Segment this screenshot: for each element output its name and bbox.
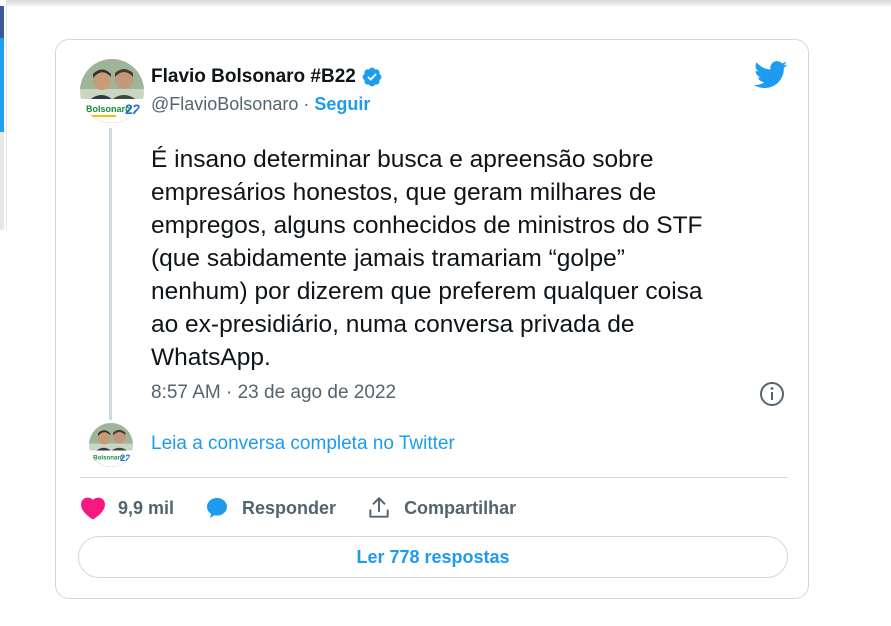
action-bar: 9,9 mil Responder Compartilhar	[80, 492, 546, 524]
reply-label: Responder	[242, 497, 337, 518]
edge-segment-1	[0, 6, 4, 38]
actions-divider	[80, 477, 788, 478]
share-label: Compartilhar	[404, 497, 517, 518]
left-page-edge	[0, 0, 7, 230]
info-icon[interactable]	[759, 381, 785, 407]
author-name-row[interactable]: Flavio Bolsonaro #B22	[151, 64, 383, 90]
thread-connector-line	[109, 128, 112, 420]
like-count: 9,9 mil	[118, 497, 175, 518]
follow-button[interactable]: Seguir	[314, 94, 370, 115]
share-icon	[369, 497, 389, 518]
tweet-text: É insano determinar busca e apreensão so…	[151, 146, 703, 371]
svg-text:22: 22	[125, 101, 141, 117]
tweet-timestamp[interactable]: 8:57 AM · 23 de ago de 2022	[151, 382, 396, 404]
read-replies-label: Ler 778 respostas	[356, 546, 510, 567]
read-full-conversation-link[interactable]: Leia a conversa completa no Twitter	[151, 433, 455, 455]
reply-bubble-icon	[207, 498, 228, 518]
author-avatar[interactable]: Bolsonaro 22	[80, 59, 144, 123]
edge-segment-3	[0, 132, 4, 230]
heart-icon	[81, 497, 105, 520]
author-name[interactable]: Flavio Bolsonaro #B22	[151, 66, 356, 88]
author-handle[interactable]: @FlavioBolsonaro	[151, 94, 298, 115]
browser-top-shadow	[0, 0, 891, 6]
tweet-embed-card: Bolsonaro 22 Flavio Bolsonaro #B22 @Flav…	[55, 39, 809, 599]
twitter-bird-icon[interactable]	[754, 61, 788, 89]
edge-segment-2	[0, 38, 4, 132]
author-handle-row: @FlavioBolsonaro · Seguir	[151, 94, 370, 115]
thread-avatar-small: Bolsonaro 22	[89, 423, 133, 467]
verified-badge-icon	[362, 67, 382, 87]
handle-separator: ·	[303, 94, 310, 114]
share-button[interactable]: Compartilhar	[366, 495, 516, 521]
svg-text:22: 22	[120, 453, 131, 464]
read-replies-button[interactable]: Ler 778 respostas	[78, 536, 788, 578]
like-button[interactable]: 9,9 mil	[80, 496, 174, 520]
reply-button[interactable]: Responder	[204, 496, 336, 520]
